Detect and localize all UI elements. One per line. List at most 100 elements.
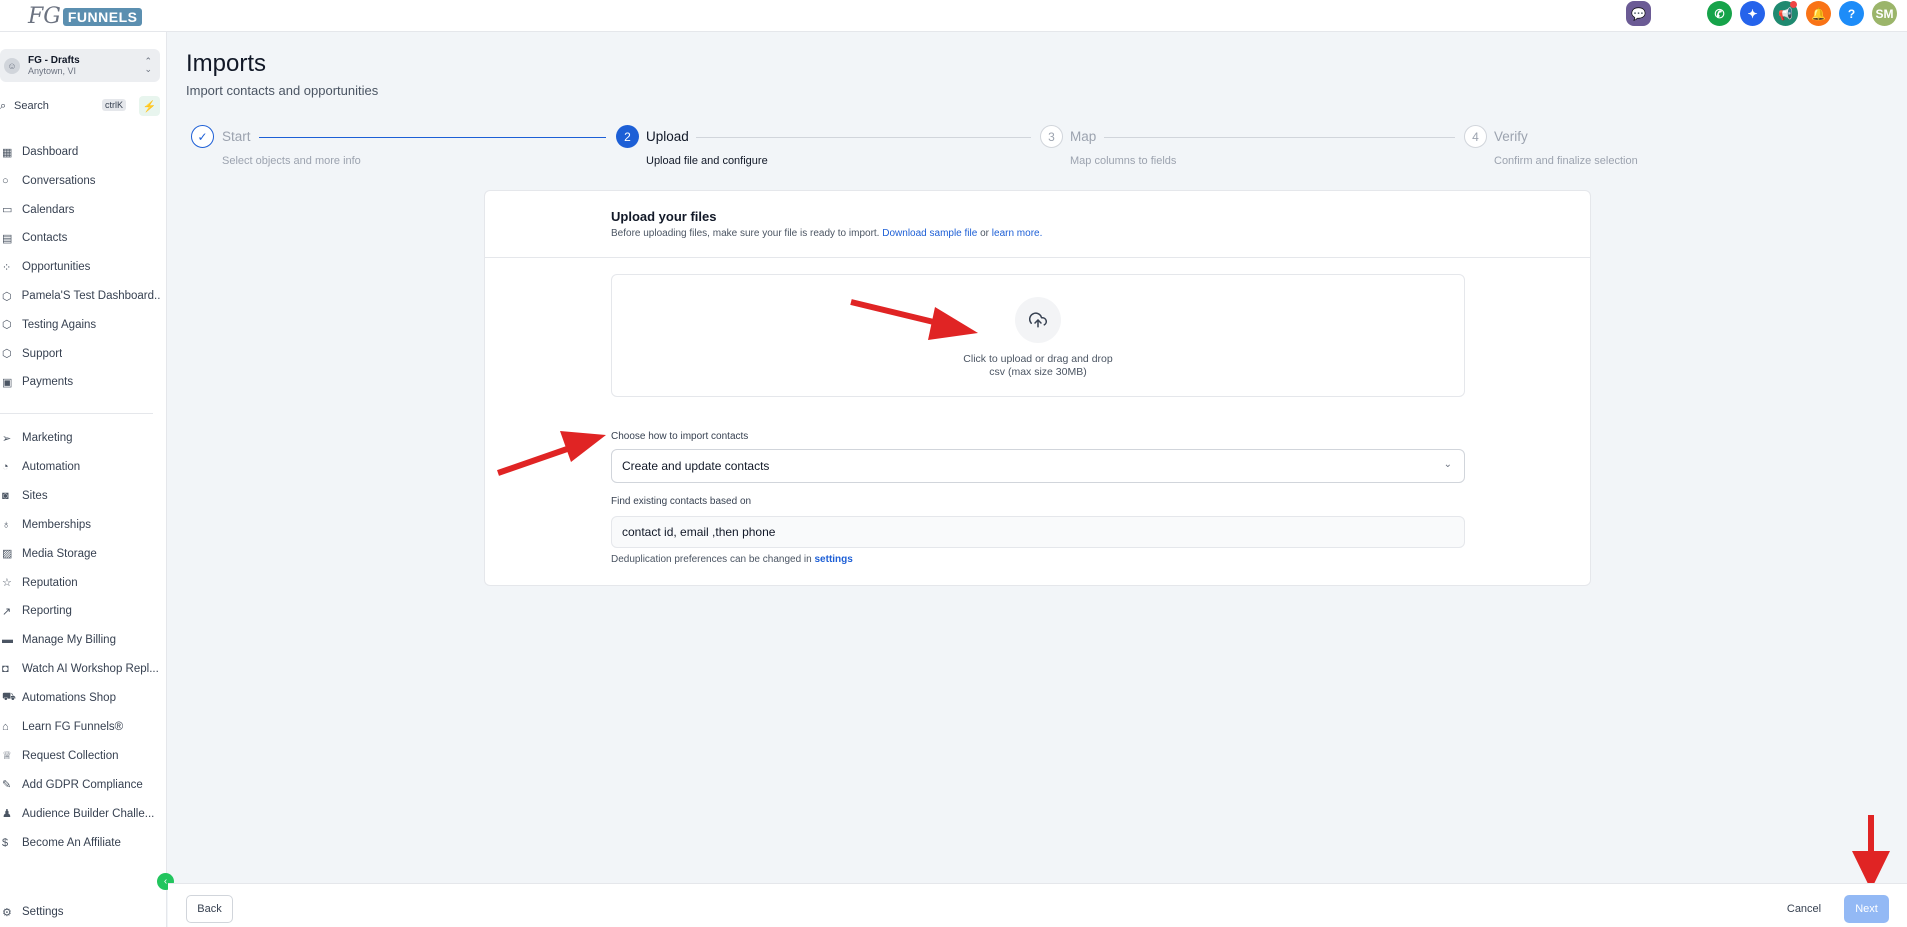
contacts-icon: ▤	[2, 232, 13, 245]
top-icon-bar: 💬 ✆ ✦ 📢 🔔? SM	[1618, 1, 1897, 26]
account-location: Anytown, VI	[28, 66, 77, 76]
phone-icon[interactable]: ✆	[1707, 1, 1732, 26]
sidebar-item-learn-fg-funnels[interactable]: ⌂ Learn FG Funnels®	[0, 716, 160, 738]
sidebar-item-memberships[interactable]: ♁ Memberships	[0, 514, 160, 536]
sidebar-item-label: Reporting	[22, 605, 72, 618]
sidebar-item-sites[interactable]: ◙ Sites	[0, 485, 160, 507]
step-1-label: Start	[222, 129, 251, 144]
sidebar-item-contacts[interactable]: ▤ Contacts	[0, 227, 160, 249]
match-field: contact id, email ,then phone	[611, 516, 1465, 548]
sidebar-item-label: Opportunities	[22, 261, 91, 274]
sidebar-item-automation[interactable]: ◔ Automation	[0, 456, 160, 478]
sidebar-item-label: Reputation	[22, 576, 78, 589]
sidebar-item-testing-agains[interactable]: ⬡ Testing Agains	[0, 314, 160, 336]
upload-note-or: or	[980, 228, 989, 239]
sidebar-item-support[interactable]: ⬡ Support	[0, 343, 160, 365]
megaphone-icon[interactable]: 📢	[1773, 1, 1798, 26]
chevron-down-icon: ⌄	[1443, 459, 1452, 470]
chat-icon[interactable]: 💬	[1626, 1, 1651, 26]
sidebar-item-media-storage[interactable]: ▨ Media Storage	[0, 543, 160, 565]
search-bar[interactable]: ⌕ Search ctrlK ⚡	[0, 96, 160, 116]
sidebar-item-settings[interactable]: ⚙ Settings	[0, 901, 160, 923]
cart-icon: ⛟	[2, 691, 16, 704]
app-logo[interactable]: FG FUNNELS	[28, 4, 143, 29]
sparkle-icon[interactable]: ✦	[1740, 1, 1765, 26]
dropzone-hint: csv (max size 30MB)	[989, 366, 1087, 378]
step-3-circle: 3	[1040, 125, 1063, 148]
page-subtitle: Import contacts and opportunities	[186, 83, 379, 98]
signature-icon: ✎	[2, 779, 12, 792]
download-sample-link[interactable]: Download sample file	[882, 228, 977, 239]
card-header: Upload your files Before uploading files…	[485, 191, 1590, 258]
sidebar-item-marketing[interactable]: ➢ Marketing	[0, 427, 160, 449]
sidebar-item-reporting[interactable]: ↗ Reporting	[0, 600, 160, 622]
step-connector	[696, 137, 1031, 138]
upload-note-text: Before uploading files, make sure your f…	[611, 228, 880, 239]
sidebar-item-opportunities[interactable]: ⁘ Opportunities	[0, 256, 160, 278]
step-3-label: Map	[1070, 129, 1097, 144]
sidebar-item-automations-shop[interactable]: ⛟ Automations Shop	[0, 687, 160, 709]
cancel-button[interactable]: Cancel	[1781, 895, 1827, 923]
avatar[interactable]: SM	[1872, 1, 1897, 26]
bolt-icon[interactable]: ⚡	[139, 96, 160, 116]
logo-brand: FUNNELS	[62, 7, 143, 26]
sidebar-item-dashboard[interactable]: ▦ Dashboard	[0, 141, 160, 163]
sidebar-item-payments[interactable]: ▣ Payments	[0, 371, 160, 393]
match-value: contact id, email ,then phone	[622, 525, 776, 539]
sidebar-item-label: Testing Agains	[22, 318, 97, 331]
sidebar-item-label: Audience Builder Challe...	[22, 807, 155, 820]
import-mode-value: Create and update contacts	[622, 459, 770, 473]
sidebar-item-label: Request Collection	[22, 749, 119, 762]
sidebar-item-request-collection[interactable]: ♕ Request Collection	[0, 745, 160, 767]
step-3-desc: Map columns to fields	[1070, 155, 1177, 167]
upload-title: Upload your files	[611, 209, 717, 224]
sidebar-item-label: Memberships	[22, 518, 92, 531]
sidebar: ☺ FG - Drafts Anytown, VI ⌃ ⌄ ⌕ Search ct…	[0, 32, 167, 927]
file-dropzone[interactable]: Click to upload or drag and drop csv (ma…	[611, 274, 1465, 397]
sidebar-item-watch-ai-workshop-repl[interactable]: ◘ Watch AI Workshop Repl...	[0, 658, 160, 680]
search-icon: ⌕	[0, 99, 7, 112]
sidebar-item-label: Conversations	[22, 174, 96, 187]
sidebar-item-reputation[interactable]: ☆ Reputation	[0, 572, 160, 594]
sidebar-item-label: Manage My Billing	[22, 634, 116, 647]
sidebar-item-become-an-affiliate[interactable]: $ Become An Affiliate	[0, 832, 160, 854]
back-button[interactable]: Back	[186, 895, 233, 923]
calendar-icon: ▭	[2, 204, 13, 217]
chevron-updown-icon: ⌃ ⌄	[144, 56, 152, 74]
gear-icon: ⚙	[2, 906, 12, 919]
sidebar-item-audience-builder-challe[interactable]: ♟ Audience Builder Challe...	[0, 803, 160, 825]
account-switcher[interactable]: ☺ FG - Drafts Anytown, VI ⌃ ⌄	[0, 49, 160, 82]
sidebar-item-pamela-s-test-dashboard[interactable]: ⬡ Pamela'S Test Dashboard...	[0, 285, 160, 307]
dropzone-text: Click to upload or drag and drop	[963, 353, 1113, 365]
step-4-label: Verify	[1494, 129, 1528, 144]
import-mode-label: Choose how to import contacts	[611, 431, 749, 442]
payments-icon: ▣	[2, 376, 13, 389]
settings-link[interactable]: settings	[814, 554, 852, 565]
bell-icon[interactable]: 🔔	[1806, 1, 1831, 26]
learn-more-link[interactable]: learn more.	[992, 228, 1043, 239]
send-icon: ➢	[2, 432, 12, 445]
award-icon: ♁	[2, 518, 11, 531]
dedup-note-text: Deduplication preferences can be changed…	[611, 554, 812, 565]
billing-icon: ▬	[2, 634, 13, 647]
account-avatar-icon: ☺	[4, 57, 20, 74]
sidebar-item-conversations[interactable]: ○ Conversations	[0, 170, 160, 192]
top-bar: FG FUNNELS 💬 ✆ ✦ 📢 🔔? SM	[0, 0, 1907, 32]
sidebar-item-label: Settings	[22, 906, 64, 918]
users-icon: ♟	[2, 808, 12, 821]
sidebar-item-label: Watch AI Workshop Repl...	[22, 663, 159, 676]
sidebar-item-label: Become An Affiliate	[22, 836, 121, 849]
step-1-desc: Select objects and more info	[222, 155, 361, 167]
star-icon: ☆	[2, 577, 12, 589]
footer-bar: Back Cancel Next	[168, 883, 1907, 927]
sidebar-item-add-gdpr-compliance[interactable]: ✎ Add GDPR Compliance	[0, 774, 160, 796]
sidebar-item-label: Support	[22, 347, 63, 360]
next-button[interactable]: Next	[1844, 895, 1889, 923]
sidebar-item-manage-my-billing[interactable]: ▬ Manage My Billing	[0, 629, 160, 651]
step-2-desc: Upload file and configure	[646, 155, 768, 167]
sidebar-item-calendars[interactable]: ▭ Calendars	[0, 199, 160, 221]
help-icon[interactable]: ?	[1839, 1, 1864, 26]
sidebar-item-label: Sites	[22, 489, 48, 502]
import-mode-select[interactable]: Create and update contacts ⌄	[611, 449, 1465, 483]
opportunities-icon: ⁘	[2, 261, 12, 274]
